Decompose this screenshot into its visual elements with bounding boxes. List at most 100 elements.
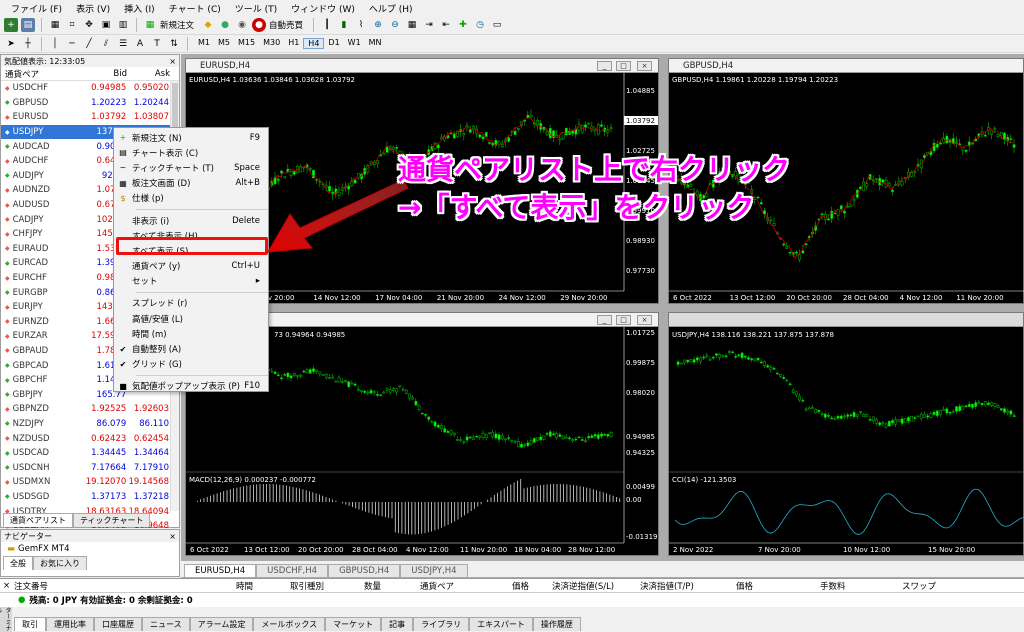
- terminal-column-header[interactable]: 手数料: [820, 580, 846, 592]
- terminal-column-header[interactable]: 数量: [364, 580, 381, 592]
- terminal-tab[interactable]: ライブラリ: [413, 617, 470, 631]
- terminal-tab[interactable]: メールボックス: [253, 617, 326, 631]
- timeframe-m15[interactable]: M15: [234, 38, 259, 49]
- col-ask[interactable]: Ask: [127, 69, 172, 79]
- timeframe-m1[interactable]: M1: [194, 38, 214, 49]
- templates-icon[interactable]: ▭: [490, 18, 504, 32]
- close-icon[interactable]: ×: [169, 57, 176, 66]
- timeframe-h4[interactable]: H4: [303, 38, 325, 49]
- menu-item[interactable]: 挿入 (I): [117, 2, 162, 15]
- text-icon[interactable]: A: [133, 37, 147, 51]
- cursor-icon[interactable]: ➤: [4, 37, 18, 51]
- menu-item[interactable]: ツール (T): [228, 2, 284, 15]
- data-window-icon[interactable]: ⌗: [65, 18, 79, 32]
- timeframe-mn[interactable]: MN: [365, 38, 386, 49]
- chart-canvas[interactable]: CCI(14) -121.3503 2 Nov 2022 7 Nov 20:00 10…: [669, 327, 1024, 555]
- context-menu-item[interactable]: ▤ チャート表示 (C): [114, 145, 268, 160]
- terminal-tab[interactable]: 操作履歴: [532, 617, 581, 631]
- auto-trade-button[interactable]: 自動売買: [269, 19, 303, 31]
- chart-window-usdjpy[interactable]: USDJPY,H4 138.116 138.221 137.875 137.87…: [668, 312, 1024, 556]
- context-menu-item[interactable]: $ 仕様 (p): [114, 191, 268, 206]
- new-chart-icon[interactable]: +: [4, 18, 18, 32]
- context-menu-item[interactable]: 高値/安値 (L): [114, 311, 268, 326]
- tile-windows-icon[interactable]: ▦: [405, 18, 419, 32]
- market-watch-row[interactable]: ◆ GBPUSD 1.20223 1.20244: [1, 95, 171, 111]
- menu-item[interactable]: ファイル (F): [4, 2, 69, 15]
- menu-item[interactable]: ウィンドウ (W): [284, 2, 362, 15]
- market-watch-row[interactable]: ◆ NZDUSD 0.62423 0.62454: [1, 431, 171, 446]
- col-symbol[interactable]: 通貨ペア: [1, 68, 83, 80]
- minimize-icon[interactable]: _: [597, 315, 612, 325]
- terminal-tab[interactable]: 取引: [14, 617, 46, 631]
- navigator-root[interactable]: ▬ GemFX MT4: [1, 542, 179, 556]
- context-menu-item[interactable]: セット ▸: [114, 274, 268, 289]
- context-menu-item[interactable]: スプレッド (r): [114, 296, 268, 311]
- auto-trade-icon[interactable]: ●: [252, 18, 267, 32]
- community-icon[interactable]: ●: [218, 18, 232, 32]
- market-watch-row[interactable]: ◆ USDCHF 0.94985 0.95020: [1, 81, 171, 96]
- tab-favorites[interactable]: お気に入り: [33, 556, 87, 570]
- terminal-tab[interactable]: エキスパート: [469, 617, 533, 631]
- terminal-column-header[interactable]: 決済逆指値(S/L): [552, 580, 614, 592]
- terminal-tab[interactable]: 運用比率: [46, 617, 94, 631]
- crosshair-icon[interactable]: ┼: [21, 37, 35, 51]
- terminal-tab[interactable]: 口座履歴: [94, 617, 142, 631]
- timeframe-w1[interactable]: W1: [344, 38, 365, 49]
- terminal-column-header[interactable]: 価格: [512, 580, 529, 592]
- market-watch-row[interactable]: ◆ NZDJPY 86.079 86.110: [1, 416, 171, 432]
- chart-tab[interactable]: GBPUSD,H4: [328, 564, 401, 577]
- menu-item[interactable]: 表示 (V): [69, 2, 117, 15]
- metaeditor-icon[interactable]: ◆: [201, 18, 215, 32]
- market-watch-row[interactable]: ◆ USDCAD 1.34445 1.34464: [1, 445, 171, 461]
- close-icon[interactable]: ×: [3, 581, 10, 591]
- market-watch-row[interactable]: ◆ USDMXN 19.12070 19.14568: [1, 475, 171, 490]
- trendline-icon[interactable]: ╱: [82, 37, 96, 51]
- terminal-tab[interactable]: アラーム設定: [189, 617, 254, 631]
- market-watch-icon[interactable]: ▦: [48, 18, 62, 32]
- context-menu-item[interactable]: ✔ グリッド (G): [114, 357, 268, 372]
- channel-icon[interactable]: ⫽: [99, 37, 113, 51]
- menu-item[interactable]: チャート (C): [162, 2, 228, 15]
- chart-tab[interactable]: USDCHF,H4: [256, 564, 329, 577]
- tester-icon[interactable]: ▥: [116, 18, 130, 32]
- terminal-column-header[interactable]: 価格: [736, 580, 753, 592]
- close-icon[interactable]: ×: [169, 532, 176, 541]
- tab-general[interactable]: 全般: [3, 556, 33, 570]
- terminal-column-header[interactable]: 取引種別: [290, 580, 324, 592]
- terminal-icon[interactable]: ▣: [99, 18, 113, 32]
- periods-icon[interactable]: ◷: [473, 18, 487, 32]
- menu-item[interactable]: ヘルプ (H): [362, 2, 420, 15]
- market-watch-row[interactable]: ◆ GBPNZD 1.92525 1.92603: [1, 402, 171, 417]
- horizontal-line-icon[interactable]: ─: [65, 37, 79, 51]
- terminal-tab[interactable]: 記事: [381, 617, 414, 631]
- timeframe-m5[interactable]: M5: [214, 38, 234, 49]
- tab-pairs[interactable]: 通貨ペアリスト: [3, 513, 73, 527]
- zoom-in-icon[interactable]: ⊕: [371, 18, 385, 32]
- context-menu-item[interactable]: 時間 (m): [114, 326, 268, 341]
- market-watch-row[interactable]: ◆ USDSGD 1.37173 1.37218: [1, 490, 171, 505]
- maximize-icon[interactable]: □: [616, 315, 631, 325]
- profiles-icon[interactable]: ▤: [21, 18, 35, 32]
- terminal-column-header[interactable]: 注文番号: [14, 580, 48, 592]
- chart-tab[interactable]: EURUSD,H4: [184, 564, 257, 577]
- minimize-icon[interactable]: _: [597, 61, 612, 71]
- text-label-icon[interactable]: T: [150, 37, 164, 51]
- col-bid[interactable]: Bid: [83, 69, 127, 79]
- timeframe-m30[interactable]: M30: [259, 38, 284, 49]
- vertical-line-icon[interactable]: │: [48, 37, 62, 51]
- context-menu-item[interactable]: + 新規注文 (N) F9: [114, 130, 268, 145]
- arrows-icon[interactable]: ⇅: [167, 37, 181, 51]
- new-order-button[interactable]: 新規注文: [160, 19, 194, 31]
- navigator-icon[interactable]: ✥: [82, 18, 96, 32]
- context-menu-item[interactable]: ▦ 板注文画面 (D) Alt+B: [114, 176, 268, 191]
- terminal-column-header[interactable]: 通貨ペア: [420, 580, 454, 592]
- close-icon[interactable]: ×: [637, 61, 652, 71]
- terminal-tab[interactable]: ニュース: [142, 617, 190, 631]
- context-menu-item[interactable]: ■ 気配値ポップアップ表示 (P) F10: [114, 379, 268, 394]
- signals-icon[interactable]: ◉: [235, 18, 249, 32]
- zoom-out-icon[interactable]: ⊖: [388, 18, 402, 32]
- context-menu-item[interactable]: ~ ティックチャート (T) Space: [114, 160, 268, 175]
- context-menu-item[interactable]: ✔ 自動整列 (A): [114, 341, 268, 356]
- market-watch-row[interactable]: ◆ EURUSD 1.03792 1.03807: [1, 110, 171, 125]
- close-icon[interactable]: ×: [637, 315, 652, 325]
